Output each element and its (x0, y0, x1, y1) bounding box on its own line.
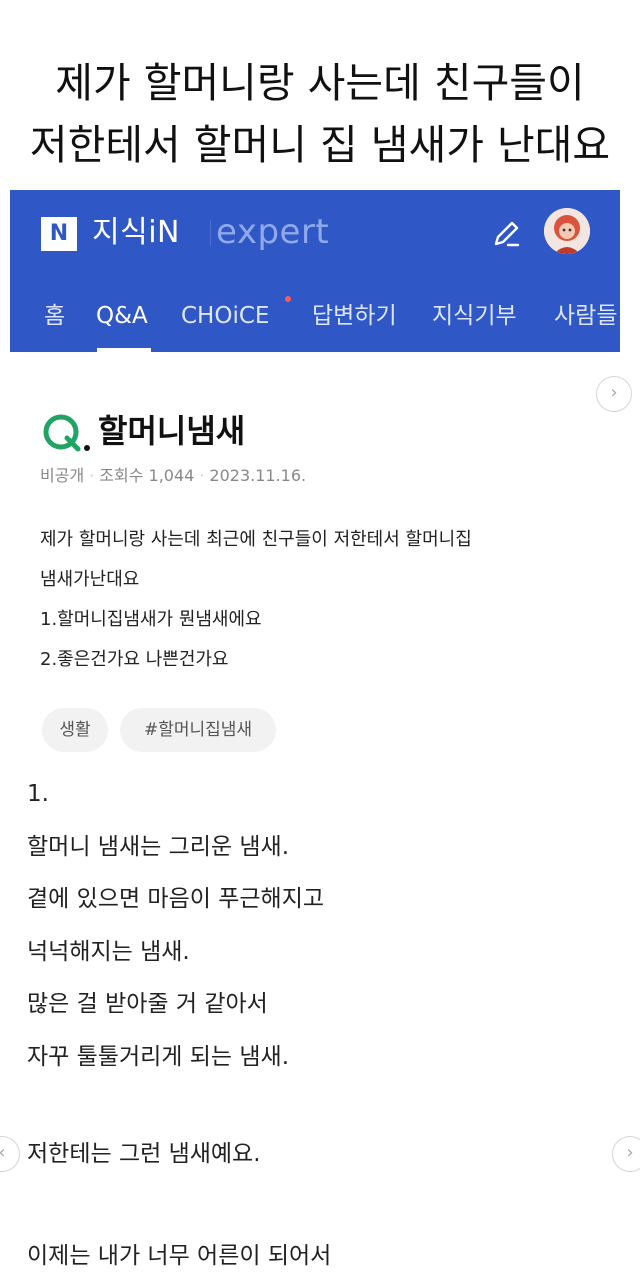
tag-grandma-house-smell[interactable]: #할머니집냄새 (120, 708, 276, 752)
tab-choice[interactable]: CHOiCE (181, 298, 269, 334)
pen-icon[interactable] (486, 214, 526, 254)
question-views: 조회수 1,044 (99, 466, 195, 485)
naver-logo[interactable]: N (41, 217, 77, 251)
answer-line: 할머니 냄새는 그리운 냄새. (27, 833, 290, 860)
tab-people[interactable]: 사람들 (554, 298, 617, 334)
post-headline: 제가 할머니랑 사는데 친구들이 저한테서 할머니 집 냄새가 난대요 (0, 52, 640, 176)
new-dot-badge (285, 296, 291, 302)
logo-divider (210, 220, 211, 246)
tab-donate[interactable]: 지식기부 (432, 298, 517, 334)
jisikin-logo-text[interactable]: 지식iN (92, 210, 180, 256)
q-mark-icon (40, 408, 92, 456)
tab-qna[interactable]: Q&A (96, 298, 148, 334)
answer-line: 1. (27, 781, 49, 807)
answer-line: 자꾸 툴툴거리게 되는 냄새. (27, 1043, 290, 1070)
question-date: 2023.11.16. (209, 466, 307, 485)
chevron-right-icon[interactable]: › (596, 376, 632, 412)
answer-line: 곁에 있으면 마음이 푸근해지고 (27, 886, 325, 912)
question-meta: 비공개 · 조회수 1,044 · 2023.11.16. (40, 462, 306, 490)
question-body-line: 제가 할머니랑 사는데 최근에 친구들이 저한테서 할머니집 (40, 529, 472, 550)
meta-separator: · (199, 466, 205, 485)
answer-line: 넉넉해지는 냄새. (27, 938, 190, 965)
headline-line-1: 제가 할머니랑 사는데 친구들이 (55, 59, 585, 107)
question-title-text: 할머니냄새 (98, 412, 246, 450)
naver-header: N 지식iN expert 홈 Q&A CHOiCE 답변하기 지식기부 사람들 (10, 190, 620, 352)
avatar-icon[interactable] (544, 208, 590, 254)
active-tab-indicator (97, 348, 151, 352)
answer-body: 1. 할머니 냄새는 그리운 냄새. 곁에 있으면 마음이 푸근해지고 넉넉해지… (27, 768, 607, 1083)
answer-line: 많은 걸 받아줄 거 같아서 (27, 991, 268, 1017)
tag-life[interactable]: 생활 (42, 708, 108, 752)
headline-line-2: 저한테서 할머니 집 냄새가 난대요 (29, 121, 611, 169)
header-tabs: 홈 Q&A CHOiCE 답변하기 지식기부 사람들 (10, 282, 620, 352)
question-body: 제가 할머니랑 사는데 최근에 친구들이 저한테서 할머니집 냄새가난대요 1.… (40, 520, 620, 680)
answer-line: 저한테는 그런 냄새예요. (27, 1141, 261, 1167)
chevron-left-icon[interactable]: ‹ (0, 1136, 20, 1172)
tab-answer[interactable]: 답변하기 (312, 298, 397, 334)
chevron-right-icon[interactable]: › (612, 1136, 640, 1172)
question-body-line: 2.좋은건가요 나쁜건가요 (40, 649, 229, 670)
tab-home[interactable]: 홈 (44, 298, 65, 334)
question-body-line: 1.할머니집냄새가 뭔냄새에요 (40, 609, 262, 630)
question-body-line: 냄새가난대요 (40, 569, 140, 590)
expert-logo-text[interactable]: expert (216, 208, 329, 256)
header-top-row: N 지식iN expert (10, 190, 620, 280)
question-author: 비공개 (40, 466, 85, 485)
answer-line: 이제는 내가 너무 어른이 되어서 (27, 1243, 332, 1269)
meta-separator: · (89, 466, 95, 485)
